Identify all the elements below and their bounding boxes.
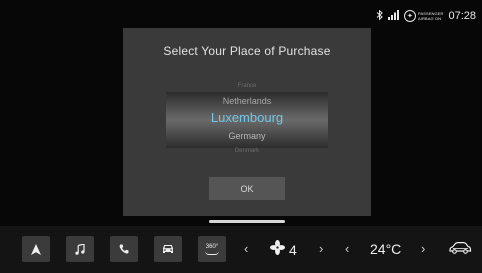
temperature-increase-chevron-right-icon[interactable]: › bbox=[421, 241, 425, 257]
picker-item-luxembourg-selected[interactable]: Luxembourg bbox=[123, 110, 371, 125]
camera-360-label: 360° bbox=[205, 243, 219, 250]
fan-speed-control: 4 bbox=[270, 240, 297, 260]
music-button[interactable] bbox=[66, 236, 94, 262]
bottom-dock: 360° ‹ 4 › ‹ 24°C › bbox=[0, 226, 482, 273]
vehicle-button[interactable] bbox=[154, 236, 182, 262]
temperature-readout: 24°C bbox=[370, 241, 402, 257]
clock: 07:28 bbox=[448, 10, 476, 22]
status-bar: ✦ PASSENGER AIRBAG ON 07:28 bbox=[376, 8, 476, 24]
fan-icon bbox=[270, 240, 285, 260]
climate-car-icon[interactable] bbox=[448, 241, 472, 260]
fan-decrease-chevron-left-icon[interactable]: ‹ bbox=[244, 241, 248, 257]
signal-strength-icon bbox=[387, 9, 399, 23]
navigation-arrow-icon bbox=[31, 243, 41, 255]
screen: ✦ PASSENGER AIRBAG ON 07:28 Select Your … bbox=[0, 0, 482, 273]
dialog-title: Select Your Place of Purchase bbox=[163, 44, 331, 58]
music-note-icon bbox=[75, 243, 85, 255]
navigation-button[interactable] bbox=[22, 236, 50, 262]
fan-increase-chevron-right-icon[interactable]: › bbox=[319, 241, 323, 257]
purchase-location-dialog: Select Your Place of Purchase France Net… bbox=[123, 28, 371, 216]
picker-item-germany[interactable]: Germany bbox=[123, 131, 371, 141]
country-picker[interactable]: France Netherlands Luxembourg Germany De… bbox=[123, 82, 371, 158]
car-front-icon bbox=[162, 244, 174, 254]
phone-icon bbox=[119, 244, 129, 254]
home-indicator[interactable] bbox=[209, 220, 285, 223]
temperature-decrease-chevron-left-icon[interactable]: ‹ bbox=[345, 241, 349, 257]
360-camera-icon: 360° bbox=[205, 244, 219, 255]
fan-level: 4 bbox=[289, 242, 297, 258]
ok-button[interactable]: OK bbox=[209, 177, 285, 200]
picker-item-france[interactable]: France bbox=[123, 83, 371, 89]
bluetooth-icon bbox=[376, 9, 383, 23]
airbag-icon: ✦ bbox=[403, 10, 416, 22]
passenger-airbag-indicator: ✦ PASSENGER AIRBAG ON bbox=[403, 10, 444, 22]
phone-button[interactable] bbox=[110, 236, 138, 262]
picker-item-netherlands[interactable]: Netherlands bbox=[123, 96, 371, 106]
airbag-line-2: AIRBAG ON bbox=[417, 16, 442, 21]
360-camera-button[interactable]: 360° bbox=[198, 236, 226, 262]
picker-item-denmark[interactable]: Denmark bbox=[123, 148, 371, 154]
